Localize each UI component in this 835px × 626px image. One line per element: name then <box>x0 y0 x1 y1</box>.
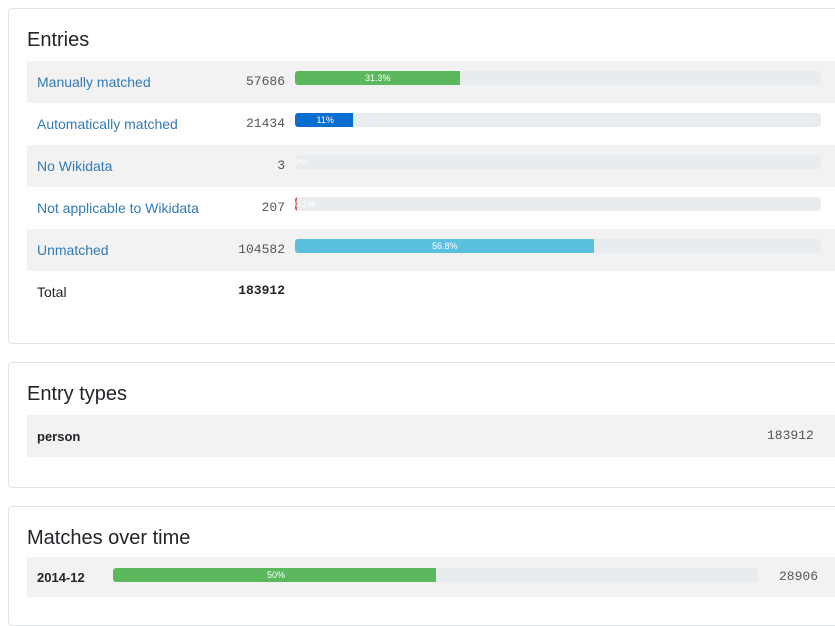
manually-matched-link[interactable]: Manually matched <box>37 73 151 91</box>
total-count: 183912 <box>238 283 285 298</box>
entry-type-label: person <box>37 429 81 444</box>
entries-card: Entries Manually matched 57686 31.3% Aut… <box>8 8 835 344</box>
entries-row-total: Total 183912 <box>27 271 835 313</box>
entry-type-count: 183912 <box>767 428 814 443</box>
not-applicable-count: 207 <box>261 200 285 215</box>
automatically-matched-link[interactable]: Automatically matched <box>37 115 178 133</box>
unmatched-progress: 56.8% <box>295 239 821 253</box>
matches-over-time-row: 2014-12 50% 28906 <box>27 557 835 597</box>
matches-over-time-title: Matches over time <box>27 527 191 549</box>
matches-month-count: 28906 <box>779 569 819 584</box>
unmatched-link[interactable]: Unmatched <box>37 241 109 259</box>
not-applicable-progress: 0.1% <box>295 197 821 211</box>
entries-row-automatically-matched: Automatically matched 21434 11% <box>27 103 835 145</box>
entries-row-manually-matched: Manually matched 57686 31.3% <box>27 61 835 103</box>
manually-matched-progress-fill: 31.3% <box>295 71 460 85</box>
automatically-matched-progress-fill: 11% <box>295 113 353 127</box>
entries-title: Entries <box>27 29 90 51</box>
no-wikidata-progress: 0% <box>295 155 821 169</box>
not-applicable-progress-fill: 0.1% <box>295 197 316 211</box>
manually-matched-count: 57686 <box>245 74 285 89</box>
progress-percent-label: 50% <box>267 570 286 580</box>
matches-month-progress-fill: 50% <box>113 568 436 582</box>
matches-month-progress: 50% <box>113 568 758 582</box>
progress-percent-label: 11% <box>316 115 334 125</box>
entries-row-unmatched: Unmatched 104582 56.8% <box>27 229 835 271</box>
progress-percent-label: 56.8% <box>432 241 458 251</box>
no-wikidata-link[interactable]: No Wikidata <box>37 157 112 175</box>
manually-matched-progress: 31.3% <box>295 71 821 85</box>
progress-percent-label: 0.1% <box>295 199 316 209</box>
total-label: Total <box>37 284 67 300</box>
entries-row-no-wikidata: No Wikidata 3 0% <box>27 145 835 187</box>
entries-row-not-applicable: Not applicable to Wikidata 207 0.1% <box>27 187 835 229</box>
unmatched-progress-fill: 56.8% <box>295 239 594 253</box>
matches-month-label: 2014-12 <box>37 570 85 585</box>
unmatched-count: 104582 <box>238 242 285 257</box>
automatically-matched-count: 21434 <box>245 116 285 131</box>
entry-type-row: person 183912 <box>27 415 835 457</box>
matches-over-time-card: Matches over time 2014-12 50% 28906 <box>8 506 835 626</box>
progress-percent-label: 31.3% <box>365 73 391 83</box>
progress-percent-label: 0% <box>295 157 309 167</box>
automatically-matched-progress: 11% <box>295 113 821 127</box>
no-wikidata-count: 3 <box>277 158 285 173</box>
entry-types-card: Entry types person 183912 <box>8 362 835 488</box>
entry-types-title: Entry types <box>27 383 128 405</box>
not-applicable-link[interactable]: Not applicable to Wikidata <box>37 199 199 217</box>
